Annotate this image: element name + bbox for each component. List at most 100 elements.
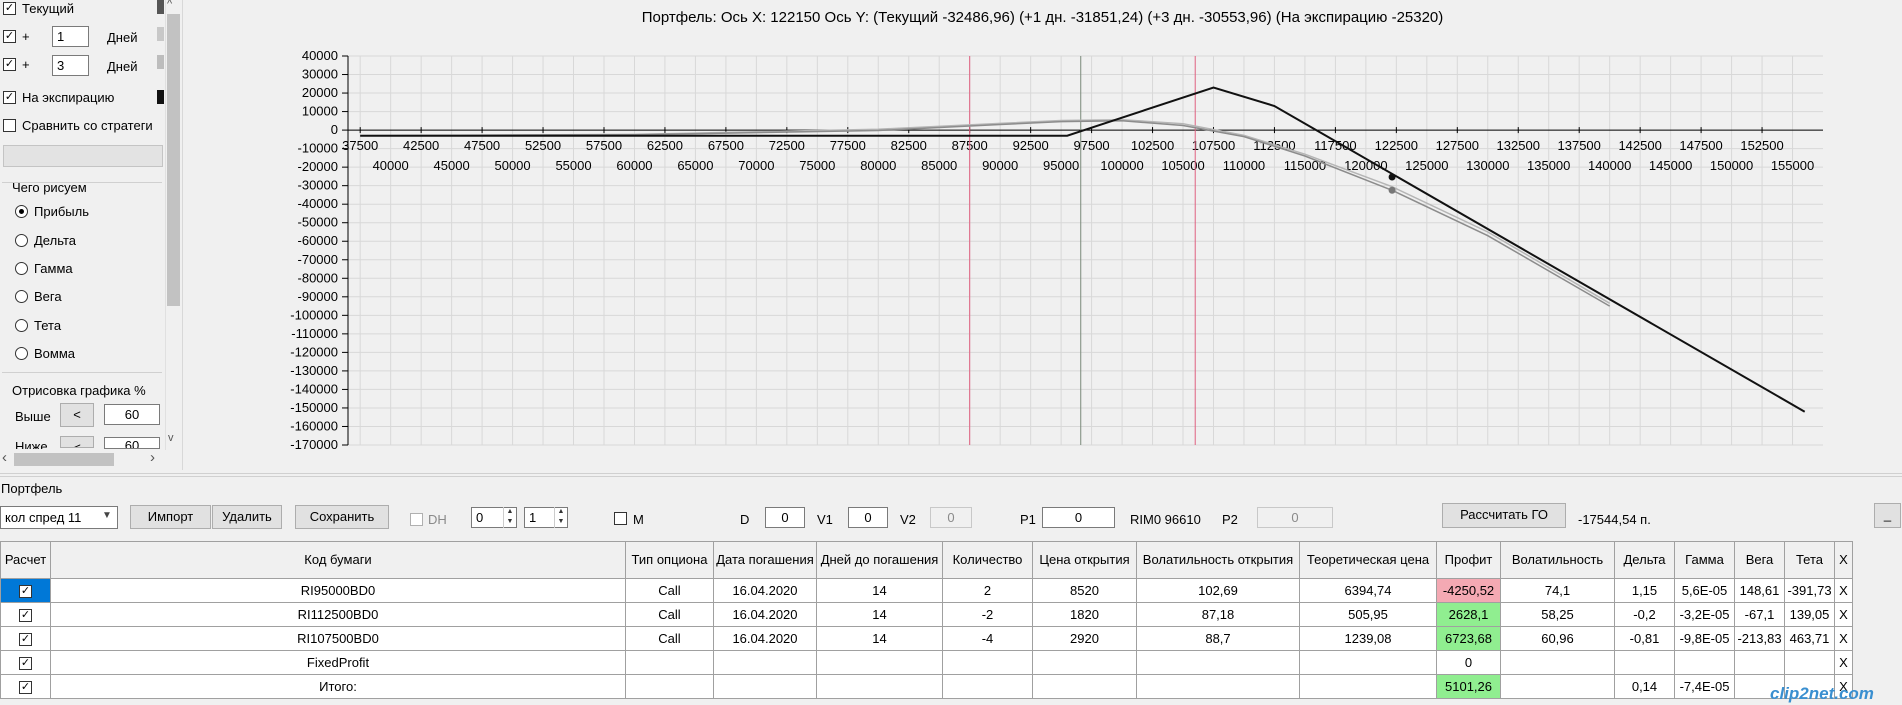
current-color-swatch[interactable] (157, 0, 164, 14)
header-date[interactable]: Дата погашения (713, 541, 817, 579)
day1-checkbox[interactable]: ✓ (3, 30, 16, 43)
header-theta[interactable]: Тета (1784, 541, 1835, 579)
days-cell[interactable] (816, 674, 943, 699)
delete-row-button[interactable]: X (1834, 602, 1853, 627)
date-cell[interactable]: 16.04.2020 (713, 626, 817, 651)
d-input[interactable]: 0 (765, 507, 805, 528)
below-input[interactable]: 60 (104, 437, 160, 449)
splitter[interactable] (0, 473, 1902, 477)
calc-cell[interactable]: ✓ (0, 578, 51, 603)
draw-option-radio[interactable] (15, 234, 28, 247)
calc-checkbox[interactable]: ✓ (19, 609, 32, 623)
day3-input[interactable]: 3 (52, 55, 89, 76)
type-cell[interactable]: Call (625, 626, 714, 651)
delete-row-button[interactable]: X (1834, 578, 1853, 603)
code-cell[interactable]: Итого: (50, 674, 626, 699)
calc-cell[interactable]: ✓ (0, 650, 51, 675)
calc-checkbox[interactable]: ✓ (19, 585, 32, 599)
expiration-checkbox[interactable]: ✓ (3, 91, 16, 104)
theta-cell[interactable]: -391,73 (1784, 578, 1835, 603)
header-profit[interactable]: Профит (1436, 541, 1501, 579)
header-vol-open[interactable]: Волатильность открытия (1136, 541, 1300, 579)
days-cell[interactable]: 14 (816, 602, 943, 627)
delta-cell[interactable]: -0,2 (1614, 602, 1675, 627)
draw-option-vomma[interactable]: Вомма (34, 346, 75, 361)
import-button[interactable]: Импорт (130, 505, 211, 529)
draw-option-radio[interactable] (15, 319, 28, 332)
above-input[interactable]: 60 (104, 404, 160, 425)
horizontal-scroll-thumb[interactable] (14, 453, 114, 466)
qty-cell[interactable] (942, 674, 1033, 699)
table-row[interactable]: ✓ Итого: 5101,26 0,14 -7,4E-05 X (0, 674, 1853, 699)
day1-color-swatch[interactable] (157, 27, 164, 41)
qty-cell[interactable]: 2 (942, 578, 1033, 603)
below-decrease-button[interactable]: < (60, 436, 94, 448)
delta-cell[interactable]: 0,14 (1614, 674, 1675, 699)
vol-open-cell[interactable] (1136, 674, 1300, 699)
vol-open-cell[interactable]: 102,69 (1136, 578, 1300, 603)
draw-option-profit[interactable]: Прибыль (34, 204, 89, 219)
gamma-cell[interactable]: -3,2E-05 (1674, 602, 1735, 627)
type-cell[interactable] (625, 674, 714, 699)
draw-option-radio[interactable] (15, 290, 28, 303)
scroll-left-icon[interactable]: ‹ (2, 449, 7, 466)
draw-option-delta[interactable]: Дельта (34, 233, 76, 248)
scroll-up-icon[interactable]: ^ (167, 0, 172, 10)
strategy-compare-select[interactable] (3, 145, 163, 167)
theor-cell[interactable] (1299, 674, 1437, 699)
code-cell[interactable]: RI95000BD0 (50, 578, 626, 603)
p1-input[interactable]: 0 (1042, 507, 1115, 528)
qty-cell[interactable]: -4 (942, 626, 1033, 651)
theor-cell[interactable]: 505,95 (1299, 602, 1437, 627)
theta-cell[interactable] (1784, 650, 1835, 675)
profit-cell[interactable]: 5101,26 (1436, 674, 1501, 699)
price-cell[interactable] (1032, 674, 1137, 699)
save-button[interactable]: Сохранить (295, 505, 389, 529)
profit-cell[interactable]: 2628,1 (1436, 602, 1501, 627)
spin2-arrows-icon[interactable]: ▲ ▼ (554, 507, 567, 528)
vega-cell[interactable]: 148,61 (1734, 578, 1785, 603)
delete-row-button[interactable]: X (1834, 626, 1853, 651)
days-cell[interactable]: 14 (816, 578, 943, 603)
spin1-arrows-icon[interactable]: ▲ ▼ (503, 507, 516, 528)
scroll-right-icon[interactable]: › (150, 449, 155, 466)
header-vol[interactable]: Волатильность (1500, 541, 1615, 579)
current-checkbox[interactable]: ✓ (3, 2, 16, 15)
header-qty[interactable]: Количество (942, 541, 1033, 579)
price-cell[interactable]: 2920 (1032, 626, 1137, 651)
header-delta[interactable]: Дельта (1614, 541, 1675, 579)
header-vega[interactable]: Вега (1734, 541, 1785, 579)
vol-cell[interactable] (1500, 674, 1615, 699)
calculate-margin-button[interactable]: Рассчитать ГО (1442, 503, 1566, 528)
v1-input[interactable]: 0 (848, 507, 888, 528)
date-cell[interactable]: 16.04.2020 (713, 602, 817, 627)
day3-color-swatch[interactable] (157, 55, 164, 69)
calc-checkbox[interactable]: ✓ (19, 681, 32, 695)
vol-open-cell[interactable] (1136, 650, 1300, 675)
calc-checkbox[interactable]: ✓ (19, 633, 32, 647)
delta-cell[interactable]: -0,81 (1614, 626, 1675, 651)
delta-cell[interactable] (1614, 650, 1675, 675)
profit-cell[interactable]: -4250,52 (1436, 578, 1501, 603)
days-cell[interactable]: 14 (816, 626, 943, 651)
draw-option-radio[interactable] (15, 262, 28, 275)
draw-option-theta[interactable]: Тета (34, 318, 61, 333)
gamma-cell[interactable]: -9,8E-05 (1674, 626, 1735, 651)
theor-cell[interactable] (1299, 650, 1437, 675)
type-cell[interactable] (625, 650, 714, 675)
price-cell[interactable] (1032, 650, 1137, 675)
header-code[interactable]: Код бумаги (50, 541, 626, 579)
payoff-chart[interactable]: 400003000020000100000-10000-20000-30000-… (183, 0, 1902, 470)
code-cell[interactable]: RI112500BD0 (50, 602, 626, 627)
m-checkbox[interactable] (614, 512, 627, 525)
calc-checkbox[interactable]: ✓ (19, 657, 32, 671)
header-theor[interactable]: Теоретическая цена (1299, 541, 1437, 579)
table-row[interactable]: ✓ RI112500BD0 Call 16.04.2020 14 -2 1820… (0, 602, 1853, 627)
qty-cell[interactable] (942, 650, 1033, 675)
gamma-cell[interactable] (1674, 650, 1735, 675)
delete-row-button[interactable]: X (1834, 650, 1853, 675)
vega-cell[interactable] (1734, 650, 1785, 675)
theor-cell[interactable]: 6394,74 (1299, 578, 1437, 603)
draw-option-radio[interactable] (15, 205, 28, 218)
days-cell[interactable] (816, 650, 943, 675)
